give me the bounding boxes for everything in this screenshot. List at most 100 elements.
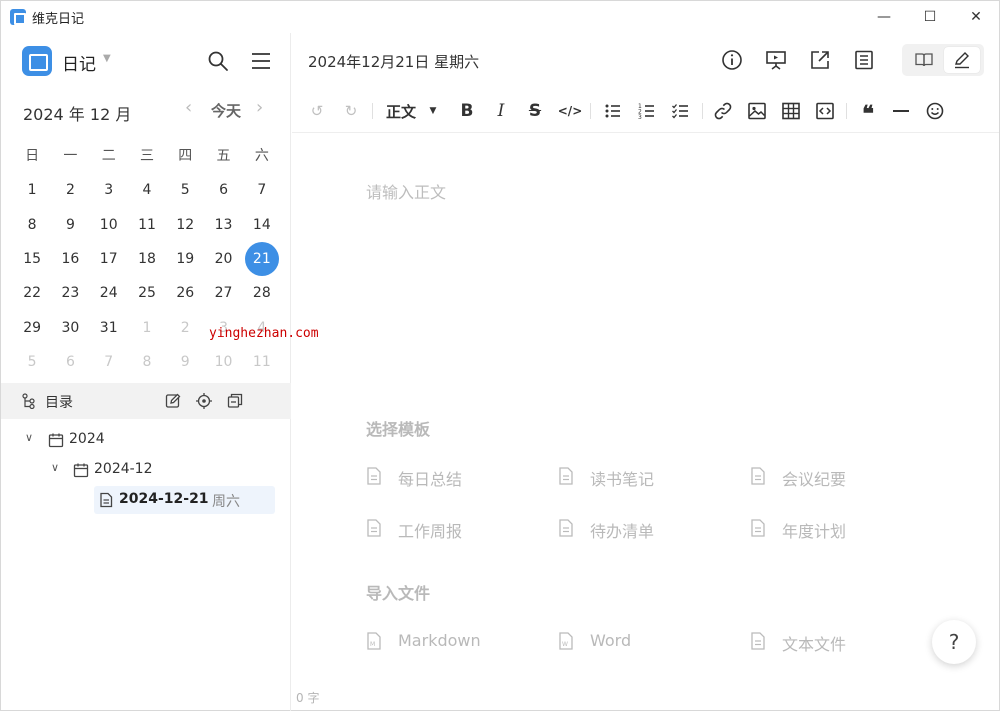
calendar-day[interactable]: 28 (243, 276, 281, 310)
calendar-day[interactable]: 6 (204, 173, 242, 207)
calendar-day[interactable]: 14 (243, 208, 281, 242)
toolbar-divider (372, 103, 373, 119)
calendar-day[interactable]: 9 (51, 208, 89, 242)
view-mode-switch (902, 44, 984, 76)
calendar-day[interactable]: 22 (13, 276, 51, 310)
calendar-day[interactable]: 7 (243, 173, 281, 207)
tree-node-month[interactable]: ∨ 2024-12 (1, 455, 291, 485)
calendar-day[interactable]: 11 (128, 208, 166, 242)
calendar-day-selected[interactable]: 21 (243, 242, 281, 277)
calendar-day-outside[interactable]: 5 (13, 345, 51, 379)
calendar-day[interactable]: 16 (51, 242, 89, 276)
calendar-day[interactable]: 19 (166, 242, 204, 276)
link-icon[interactable] (712, 100, 734, 122)
caret-down-icon[interactable]: ▼ (103, 53, 111, 64)
edit-mode-button[interactable] (944, 47, 980, 73)
code-block-icon[interactable] (814, 100, 836, 122)
bold-icon[interactable]: B (456, 100, 478, 122)
italic-icon[interactable]: I (490, 100, 512, 122)
close-button[interactable]: ✕ (953, 1, 999, 33)
outline-list-icon[interactable] (852, 48, 876, 72)
inline-code-icon[interactable]: </> (558, 100, 583, 122)
calendar-day[interactable]: 12 (166, 208, 204, 242)
undo-icon[interactable]: ↺ (306, 100, 328, 122)
caret-down-icon[interactable]: ▼ (426, 100, 440, 122)
calendar-day-outside[interactable]: 11 (243, 345, 281, 379)
app-icon (10, 9, 26, 25)
notebook-title[interactable]: 日记 (62, 50, 96, 75)
calendar-day-outside[interactable]: 8 (128, 345, 166, 379)
redo-icon[interactable]: ↻ (340, 100, 362, 122)
import-section-title: 导入文件 (366, 584, 431, 603)
tree-node-year[interactable]: ∨ 2024 (1, 425, 291, 455)
calendar-day[interactable]: 1 (13, 173, 51, 207)
tree-month-label: 2024-12 (94, 461, 153, 477)
image-icon[interactable] (746, 100, 768, 122)
svg-text:3: 3 (638, 114, 642, 121)
toolbar-divider (590, 103, 591, 119)
checklist-icon[interactable] (670, 100, 692, 122)
maximize-button[interactable]: ☐ (907, 1, 953, 33)
tree-year-label: 2024 (69, 431, 105, 447)
new-entry-icon[interactable] (164, 392, 182, 410)
editor-placeholder[interactable]: 请输入正文 (366, 179, 446, 203)
calendar-day-outside[interactable]: 1 (128, 311, 166, 345)
tree-entry-weekday: 周六 (212, 494, 240, 510)
calendar-day[interactable]: 24 (90, 276, 128, 310)
calendar-day[interactable]: 3 (90, 173, 128, 207)
numbered-list-icon[interactable]: 1 2 3 (636, 100, 658, 122)
calendar-day[interactable]: 13 (204, 208, 242, 242)
weekday-label: 二 (101, 148, 116, 165)
chevron-down-icon[interactable]: ∨ (25, 431, 33, 444)
calendar-day[interactable]: 31 (90, 311, 128, 345)
table-icon[interactable] (780, 100, 802, 122)
calendar-day-outside[interactable]: 6 (51, 345, 89, 379)
collapse-all-icon[interactable] (226, 392, 244, 410)
text-file-icon (751, 632, 765, 650)
info-icon[interactable] (720, 48, 744, 72)
strikethrough-icon[interactable]: S (524, 100, 546, 122)
chevron-right-icon[interactable]: › (256, 97, 263, 118)
tree-node-entry[interactable]: 2024-12-21 周六 (1, 485, 291, 515)
calendar-day-outside[interactable]: 10 (204, 345, 242, 379)
calendar-day-outside[interactable]: 9 (166, 345, 204, 379)
calendar-day[interactable]: 30 (51, 311, 89, 345)
calendar-day[interactable]: 10 (90, 208, 128, 242)
weekday-label: 日 (25, 148, 40, 165)
help-button[interactable]: ? (932, 620, 976, 664)
emoji-icon[interactable] (924, 100, 946, 122)
quote-icon[interactable]: ❝ (857, 100, 879, 127)
calendar-day-outside[interactable]: 7 (90, 345, 128, 379)
calendar-day[interactable]: 18 (128, 242, 166, 276)
weekday-label: 四 (178, 148, 193, 165)
calendar-day[interactable]: 5 (166, 173, 204, 207)
calendar-day[interactable]: 17 (90, 242, 128, 276)
calendar-day[interactable]: 15 (13, 242, 51, 276)
search-icon[interactable] (206, 49, 230, 73)
calendar-day[interactable]: 23 (51, 276, 89, 310)
selected-day-label: 21 (244, 242, 279, 277)
calendar-day[interactable]: 4 (128, 173, 166, 207)
chevron-down-icon[interactable]: ∨ (51, 461, 59, 474)
watermark-text: yinghezhan.com (209, 326, 319, 341)
calendar-day[interactable]: 20 (204, 242, 242, 276)
locate-icon[interactable] (195, 392, 213, 410)
today-button[interactable]: 今天 (211, 100, 241, 121)
horizontal-rule-icon[interactable] (890, 100, 912, 122)
directory-label: 目录 (45, 395, 73, 411)
calendar-day[interactable]: 29 (13, 311, 51, 345)
paragraph-style-select[interactable]: 正文 (384, 100, 418, 122)
share-export-icon[interactable] (808, 48, 832, 72)
calendar-day-outside[interactable]: 2 (166, 311, 204, 345)
menu-icon[interactable] (249, 49, 273, 73)
calendar-day[interactable]: 2 (51, 173, 89, 207)
minimize-button[interactable]: — (861, 1, 907, 33)
read-mode-button[interactable] (906, 47, 942, 73)
calendar-day[interactable]: 26 (166, 276, 204, 310)
chevron-left-icon[interactable]: ‹ (185, 97, 192, 118)
bullet-list-icon[interactable] (602, 100, 624, 122)
calendar-day[interactable]: 8 (13, 208, 51, 242)
presentation-icon[interactable] (764, 48, 788, 72)
calendar-day[interactable]: 25 (128, 276, 166, 310)
calendar-day[interactable]: 27 (204, 276, 242, 310)
